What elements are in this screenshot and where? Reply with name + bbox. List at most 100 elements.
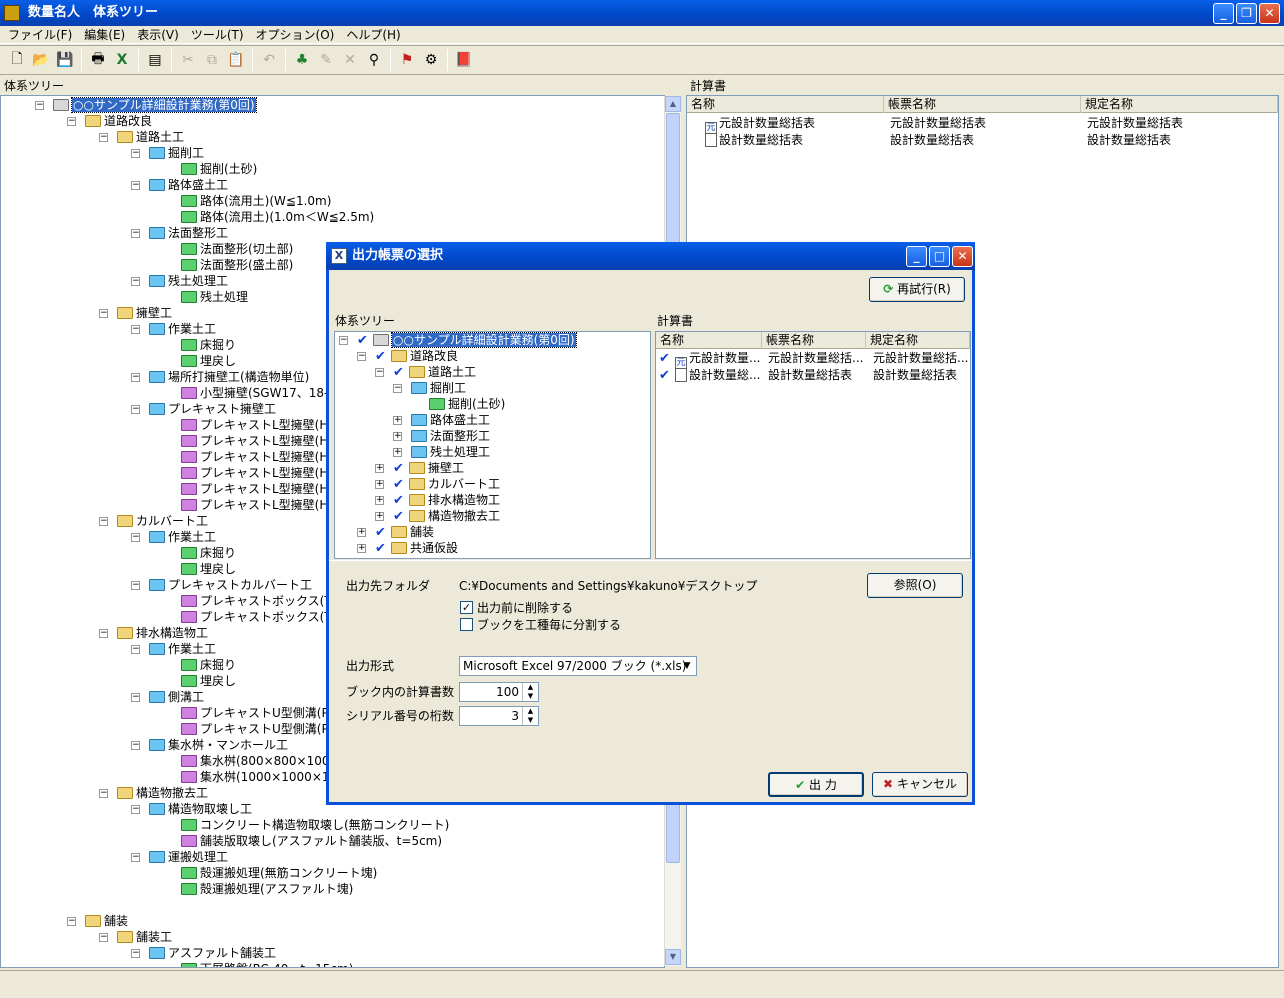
dialog-calc-list[interactable]: 名称 帳票名称 規定名称 ✔ 元元設計数量... 元設計数量総括... 元設計数量… xyxy=(655,331,971,559)
tree-expander[interactable]: + xyxy=(393,416,402,425)
tree-icon[interactable]: ♣ xyxy=(291,49,313,71)
tree-expander[interactable]: + xyxy=(375,480,384,489)
menu-tools[interactable]: ツール(T) xyxy=(185,26,250,43)
edit-icon[interactable]: ✎ xyxy=(315,49,337,71)
new-file-icon[interactable]: 🗋 xyxy=(6,49,28,71)
tree-node[interactable]: ✔ ○○サンプル詳細設計業務(第0回) xyxy=(357,332,577,348)
tree-node[interactable]: 掘削工 xyxy=(411,380,466,396)
binoculars-icon[interactable]: ⚲ xyxy=(363,49,385,71)
open-folder-icon[interactable]: 📂 xyxy=(30,49,52,71)
tree-node[interactable]: ✔ 道路土工 xyxy=(393,364,476,380)
checkmark-icon[interactable]: ✔ xyxy=(393,509,409,525)
tree-node[interactable]: プレキャストL型擁壁(H=1 xyxy=(181,481,346,497)
tree-node[interactable]: 集水桝(800×800×1000 xyxy=(181,753,337,769)
checkmark-icon[interactable]: ✔ xyxy=(393,365,409,381)
tree-expander[interactable]: − xyxy=(99,133,108,142)
properties-icon[interactable]: ▤ xyxy=(144,49,166,71)
tree-node[interactable]: 床掘り xyxy=(181,657,236,673)
tree-node[interactable]: ✔ 道路改良 xyxy=(375,348,458,364)
tree-node[interactable]: プレキャストU型側溝(PU xyxy=(181,721,338,737)
flag-icon[interactable]: ⚑ xyxy=(396,49,418,71)
tree-node[interactable]: 法面整形(切土部) xyxy=(181,241,293,257)
undo-icon[interactable]: ↶ xyxy=(258,49,280,71)
tree-expander[interactable]: + xyxy=(393,432,402,441)
tree-node[interactable]: プレキャストL型擁壁(H=1 xyxy=(181,449,346,465)
tree-node[interactable]: 法面整形工 xyxy=(149,225,228,241)
list-item[interactable]: 設計数量総括表 設計数量総括表 設計数量総括表 xyxy=(705,132,1280,149)
tree-node[interactable]: 下層路盤(RC-40、t=15cm) xyxy=(181,961,353,967)
settings-icon[interactable]: ⚙ xyxy=(420,49,442,71)
tree-node[interactable]: ✔ 構造物撤去工 xyxy=(393,508,500,524)
dialog-system-tree[interactable]: − ✔ ○○サンプル詳細設計業務(第0回) − ✔ 道路改良 − ✔ 道路土工 − 掘削工 掘削(土砂… xyxy=(334,331,651,559)
tree-expander[interactable]: − xyxy=(131,277,140,286)
tree-expander[interactable]: + xyxy=(393,448,402,457)
browse-button[interactable]: 参照(O) xyxy=(867,573,963,598)
tree-node[interactable]: 掘削(土砂) xyxy=(429,396,505,412)
menu-help[interactable]: ヘルプ(H) xyxy=(340,26,406,43)
tree-node[interactable]: ✔ 共通仮設 xyxy=(375,540,458,556)
tree-node[interactable]: 構造物撤去工 xyxy=(117,785,208,801)
tree-node[interactable]: プレキャストボックス(T-2 xyxy=(181,609,343,625)
tree-node[interactable]: 残土処理工 xyxy=(411,444,490,460)
tree-expander[interactable]: − xyxy=(131,181,140,190)
paste-icon[interactable]: 📋 xyxy=(225,49,247,71)
col-name[interactable]: 名称 xyxy=(687,96,884,113)
tree-node[interactable]: ✔ カルバート工 xyxy=(393,476,500,492)
menu-options[interactable]: オプション(O) xyxy=(250,26,341,43)
tree-node[interactable]: 道路改良 xyxy=(85,113,152,129)
tree-node[interactable]: プレキャストU型側溝(PU xyxy=(181,705,338,721)
serial-digits-stepper[interactable]: 3 ▲ ▼ xyxy=(459,706,539,726)
dlg-list-item[interactable]: ✔ 設計数量総... 設計数量総括表 設計数量総括表 xyxy=(659,367,969,384)
minimize-button[interactable]: _ xyxy=(1213,3,1234,24)
tree-node[interactable]: 路体盛土工 xyxy=(149,177,228,193)
tree-node[interactable]: 法面整形工 xyxy=(411,428,490,444)
tree-expander[interactable]: − xyxy=(67,117,76,126)
tree-expander[interactable]: − xyxy=(131,949,140,958)
checkmark-icon[interactable]: ✔ xyxy=(659,367,675,384)
tree-node[interactable]: 小型擁壁(SGW17、18-8- xyxy=(181,385,340,401)
close-button[interactable]: ✕ xyxy=(1259,3,1280,24)
excel-export-icon[interactable]: X xyxy=(111,49,133,71)
tree-node[interactable]: 運搬処理工 xyxy=(149,849,228,865)
dlg-list-item[interactable]: ✔ 元元設計数量... 元設計数量総括... 元設計数量総括... xyxy=(659,350,969,371)
tree-node[interactable]: プレキャストL型擁壁(H=1 xyxy=(181,433,346,449)
col-form-name[interactable]: 帳票名称 xyxy=(884,96,1081,113)
tree-expander[interactable]: − xyxy=(99,629,108,638)
tree-node[interactable]: 舗装版取壊し(アスファルト舗装版、t=5cm) xyxy=(181,833,442,849)
tree-node[interactable]: 床掘り xyxy=(181,337,236,353)
tree-node[interactable]: 道路土工 xyxy=(117,129,184,145)
tree-expander[interactable]: − xyxy=(99,933,108,942)
menu-file[interactable]: ファイル(F) xyxy=(2,26,78,43)
delete-before-checkbox[interactable]: ✓ xyxy=(460,601,473,614)
tree-expander[interactable]: − xyxy=(99,517,108,526)
dlg-col-name[interactable]: 名称 xyxy=(656,332,762,349)
tree-node[interactable]: 側溝工 xyxy=(149,689,204,705)
tree-node[interactable]: ✔ 擁壁工 xyxy=(393,460,464,476)
tree-node[interactable]: 埋戻し xyxy=(181,673,236,689)
scroll-up-button[interactable]: ▲ xyxy=(665,96,681,112)
tree-expander[interactable]: + xyxy=(357,528,366,537)
tree-expander[interactable]: − xyxy=(375,368,384,377)
serial-digits-value[interactable]: 3 xyxy=(511,707,519,725)
tree-node[interactable]: 舗装工 xyxy=(117,929,172,945)
tree-expander[interactable]: − xyxy=(357,352,366,361)
tree-expander[interactable]: − xyxy=(131,805,140,814)
restore-button[interactable]: ❐ xyxy=(1236,3,1257,24)
tree-node[interactable]: 路体(流用土)(1.0m＜W≦2.5m) xyxy=(181,209,374,225)
tree-node[interactable]: コンクリート構造物取壊し(無筋コンクリート) xyxy=(181,817,449,833)
tree-expander[interactable]: − xyxy=(131,741,140,750)
chevron-down-icon[interactable]: ▼ xyxy=(679,658,695,674)
tree-node[interactable]: 作業土工 xyxy=(149,641,216,657)
list-item[interactable]: 元元設計数量総括表 元設計数量総括表 元設計数量総括表 xyxy=(705,115,1280,136)
tree-expander[interactable]: + xyxy=(375,496,384,505)
checkmark-icon[interactable]: ✔ xyxy=(393,493,409,509)
tree-node[interactable]: 掘削(土砂) xyxy=(181,161,257,177)
cut-icon[interactable]: ✂ xyxy=(177,49,199,71)
tree-node[interactable]: プレキャストボックス(T-2 xyxy=(181,593,343,609)
book-count-value[interactable]: 100 xyxy=(496,683,519,701)
tree-node[interactable]: 法面整形(盛土部) xyxy=(181,257,293,273)
retry-button[interactable]: ⟳ 再試行(R) xyxy=(869,277,965,302)
cancel-button[interactable]: ✖ キャンセル xyxy=(872,772,968,797)
tree-node[interactable]: アスファルト舗装工 xyxy=(149,945,276,961)
tree-expander[interactable]: − xyxy=(131,533,140,542)
